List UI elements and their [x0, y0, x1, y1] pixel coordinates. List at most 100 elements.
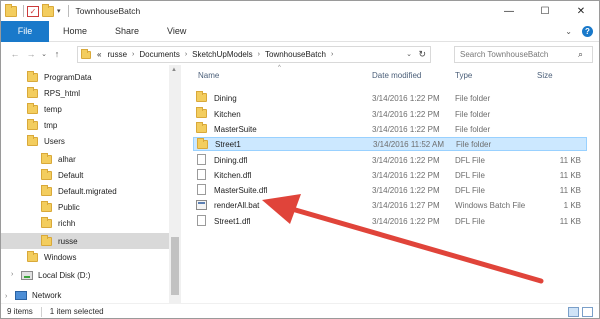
column-header-name[interactable]: Name — [198, 71, 219, 80]
breadcrumb-overflow[interactable]: « — [97, 50, 101, 59]
nav-item-temp[interactable]: temp — [27, 101, 167, 117]
search-box[interactable]: Search TownhouseBatch ⌕ — [454, 46, 593, 63]
tab-view[interactable]: View — [153, 21, 200, 42]
file-row-kitchen[interactable]: Kitchen 3/14/2016 1:22 PM File folder — [193, 107, 587, 121]
nav-item-russe[interactable]: russe — [1, 233, 169, 249]
properties-icon[interactable]: ✓ — [27, 5, 39, 17]
file-date: 3/14/2016 11:52 AM — [373, 139, 445, 149]
breadcrumb-russe[interactable]: russe — [107, 50, 127, 59]
new-folder-icon[interactable] — [42, 3, 54, 17]
nav-item-network[interactable]: Network — [15, 287, 167, 303]
chevron-right-icon[interactable]: › — [185, 51, 187, 58]
scroll-up-icon[interactable]: ▲ — [171, 67, 177, 73]
file-type: File folder — [455, 109, 491, 119]
nav-item-alhar[interactable]: alhar — [41, 151, 167, 167]
breadcrumb-documents[interactable]: Documents — [139, 50, 179, 59]
file-row-kitchen-dfl[interactable]: Kitchen.dfl 3/14/2016 1:22 PM DFL File 1… — [193, 168, 587, 182]
nav-item-label: Network — [32, 290, 62, 300]
column-header-size[interactable]: Size — [537, 71, 553, 80]
refresh-icon[interactable]: ↻ — [418, 49, 426, 60]
scrollbar-thumb[interactable] — [171, 237, 179, 295]
tab-home[interactable]: Home — [49, 21, 101, 42]
customize-toolbar-dropdown[interactable]: ▾ — [57, 7, 61, 15]
search-input[interactable]: Search TownhouseBatch — [460, 50, 578, 59]
chevron-down-icon[interactable]: ⌄ — [406, 50, 412, 58]
file-list[interactable]: Name ^ Date modified Type Size Dining 3/… — [188, 65, 599, 303]
nav-item-users[interactable]: Users — [27, 133, 167, 149]
folder-icon — [41, 234, 52, 246]
document-icon — [197, 184, 206, 195]
file-row-renderall-bat[interactable]: renderAll.bat 3/14/2016 1:27 PM Windows … — [193, 198, 587, 212]
file-date: 3/14/2016 1:27 PM — [372, 200, 440, 210]
details-view-icon[interactable] — [568, 307, 579, 317]
large-icons-view-icon[interactable] — [582, 307, 593, 317]
chevron-right-icon[interactable]: › — [331, 51, 333, 58]
file-name: Kitchen.dfl — [214, 170, 252, 180]
nav-scrollbar[interactable]: ▲ — [169, 65, 181, 303]
chevron-right-icon[interactable]: › — [258, 51, 260, 58]
file-date: 3/14/2016 1:22 PM — [372, 93, 440, 103]
nav-item-rps-html[interactable]: RPS_html — [27, 85, 167, 101]
up-arrow-icon[interactable]: ↑ — [49, 49, 65, 59]
nav-item-richh[interactable]: richh — [41, 215, 167, 231]
forward-arrow-icon[interactable]: → — [23, 49, 39, 59]
file-type: Windows Batch File — [455, 200, 526, 210]
file-size: 1 KB — [563, 200, 581, 210]
folder-icon — [41, 168, 52, 180]
network-icon — [15, 290, 27, 300]
tab-share[interactable]: Share — [101, 21, 153, 42]
disk-icon — [21, 270, 33, 280]
file-date: 3/14/2016 1:22 PM — [372, 109, 440, 119]
file-name: MasterSuite.dfl — [214, 185, 268, 195]
close-button[interactable]: ✕ — [563, 1, 599, 21]
nav-item-label: tmp — [44, 120, 58, 130]
address-bar[interactable]: « russe › Documents › SketchUpModels › T… — [77, 46, 431, 63]
file-row-street1-dfl[interactable]: Street1.dfl 3/14/2016 1:22 PM DFL File 1… — [193, 214, 587, 228]
toolbar-divider — [67, 5, 69, 17]
file-row-street1[interactable]: Street1 3/14/2016 11:52 AM File folder — [193, 137, 587, 151]
expand-ribbon-icon[interactable]: ⌄ — [565, 27, 572, 36]
recent-locations-icon[interactable]: ⌄ — [39, 50, 49, 58]
nav-item-windows[interactable]: Windows — [27, 249, 167, 265]
folder-icon — [41, 200, 52, 212]
chevron-right-icon[interactable]: › — [11, 271, 13, 278]
file-row-mastersuite[interactable]: MasterSuite 3/14/2016 1:22 PM File folde… — [193, 122, 587, 136]
nav-item-label: russe — [58, 236, 78, 246]
chevron-right-icon[interactable]: › — [5, 293, 7, 300]
folder-icon — [27, 102, 38, 114]
file-size: 11 KB — [559, 216, 581, 226]
folder-icon — [27, 70, 38, 82]
nav-item-default[interactable]: Default — [41, 167, 167, 183]
folder-icon — [196, 91, 207, 102]
column-header-type[interactable]: Type — [455, 71, 472, 80]
chevron-right-icon[interactable]: › — [132, 51, 134, 58]
navigation-pane[interactable]: ProgramData RPS_html temp tmp Users alha… — [1, 65, 182, 303]
file-date: 3/14/2016 1:22 PM — [372, 170, 440, 180]
selection-status: 1 item selected — [49, 307, 104, 316]
nav-item-label: richh — [58, 218, 76, 228]
file-name: Street1 — [215, 139, 241, 149]
file-date: 3/14/2016 1:22 PM — [372, 124, 440, 134]
nav-item-default-migrated[interactable]: Default.migrated — [41, 183, 167, 199]
nav-item-local-disk-d[interactable]: Local Disk (D:) — [21, 267, 167, 283]
file-row-mastersuite-dfl[interactable]: MasterSuite.dfl 3/14/2016 1:22 PM DFL Fi… — [193, 183, 587, 197]
view-toggle — [565, 307, 593, 317]
minimize-button[interactable]: — — [491, 1, 527, 21]
help-icon[interactable]: ? — [582, 26, 593, 37]
window-title: TownhouseBatch — [75, 6, 141, 16]
file-row-dining-dfl[interactable]: Dining.dfl 3/14/2016 1:22 PM DFL File 11… — [193, 153, 587, 167]
file-type: DFL File — [455, 155, 485, 165]
breadcrumb-sketchupmodels[interactable]: SketchUpModels — [192, 50, 252, 59]
status-divider — [40, 306, 42, 317]
back-arrow-icon[interactable]: ← — [7, 49, 23, 59]
nav-item-tmp[interactable]: tmp — [27, 117, 167, 133]
column-header-date-modified[interactable]: Date modified — [372, 71, 421, 80]
breadcrumb-townhousebatch[interactable]: TownhouseBatch — [265, 50, 326, 59]
nav-item-public[interactable]: Public — [41, 199, 167, 215]
file-row-dining[interactable]: Dining 3/14/2016 1:22 PM File folder — [193, 91, 587, 105]
maximize-button[interactable]: ☐ — [527, 1, 563, 21]
nav-item-label: alhar — [58, 154, 76, 164]
tab-file[interactable]: File — [1, 20, 49, 42]
status-bar: 9 items 1 item selected — [1, 303, 599, 319]
nav-item-programdata[interactable]: ProgramData — [27, 69, 167, 85]
